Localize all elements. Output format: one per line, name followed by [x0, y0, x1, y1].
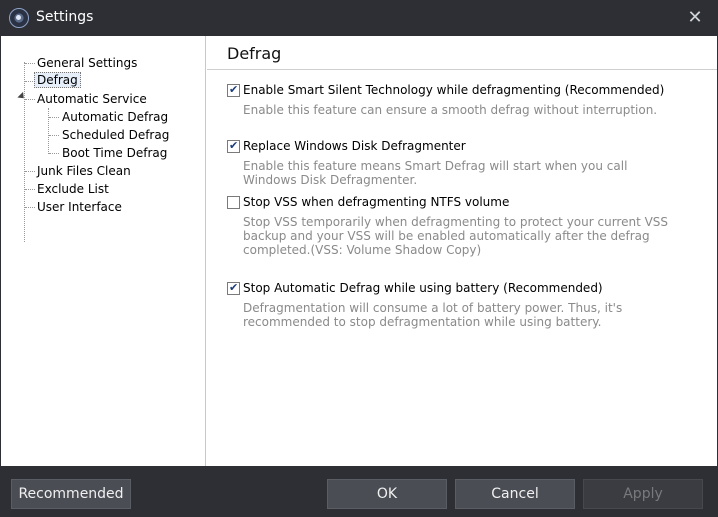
stop-on-battery-checkbox[interactable] [227, 281, 240, 295]
tree-item-defrag[interactable]: Defrag [34, 72, 81, 88]
option-label[interactable]: Stop VSS when defragmenting NTFS volume [243, 195, 509, 209]
tree-item-automatic-service[interactable]: Automatic Service [37, 91, 147, 107]
apply-button[interactable]: Apply [583, 479, 703, 509]
tree-item-boot-time-defrag[interactable]: Boot Time Defrag [62, 145, 167, 161]
ok-button[interactable]: OK [327, 479, 447, 509]
footer-bar: Recommended OK Cancel Apply [0, 466, 718, 517]
tree-item-automatic-defrag[interactable]: Automatic Defrag [62, 109, 168, 125]
app-logo-icon [9, 8, 29, 28]
option-description: Defragmentation will consume a lot of ba… [243, 301, 623, 329]
option-description: Enable this feature can ensure a smooth … [243, 103, 658, 117]
settings-window: Settings ✕ General Settings Defrag Autom… [0, 0, 718, 517]
content-area: General Settings Defrag Automatic Servic… [1, 36, 717, 466]
panel-title: Defrag [227, 44, 282, 63]
option-description: Enable this feature means Smart Defrag w… [243, 159, 628, 187]
option-label[interactable]: Replace Windows Disk Defragmenter [243, 139, 466, 153]
tree-item-junk-files-clean[interactable]: Junk Files Clean [37, 163, 131, 179]
stop-vss-checkbox[interactable] [227, 196, 240, 209]
option-description: Stop VSS temporarily when defragmenting … [243, 215, 669, 257]
title-bar: Settings ✕ [0, 0, 718, 36]
tree-item-exclude-list[interactable]: Exclude List [37, 181, 109, 197]
settings-tree: General Settings Defrag Automatic Servic… [1, 36, 206, 466]
replace-defragmenter-checkbox[interactable] [227, 139, 240, 153]
smart-silent-checkbox[interactable] [227, 83, 240, 97]
tree-item-user-interface[interactable]: User Interface [37, 199, 122, 215]
close-icon[interactable]: ✕ [686, 9, 704, 27]
option-label[interactable]: Enable Smart Silent Technology while def… [243, 83, 664, 97]
panel-header: Defrag [207, 36, 717, 70]
defrag-panel: Defrag Enable Smart Silent Technology wh… [207, 36, 717, 466]
cancel-button[interactable]: Cancel [455, 479, 575, 509]
recommended-button[interactable]: Recommended [11, 479, 131, 509]
window-title: Settings [36, 9, 94, 25]
tree-item-scheduled-defrag[interactable]: Scheduled Defrag [62, 127, 169, 143]
option-label[interactable]: Stop Automatic Defrag while using batter… [243, 281, 603, 295]
tree-item-general-settings[interactable]: General Settings [37, 55, 137, 71]
